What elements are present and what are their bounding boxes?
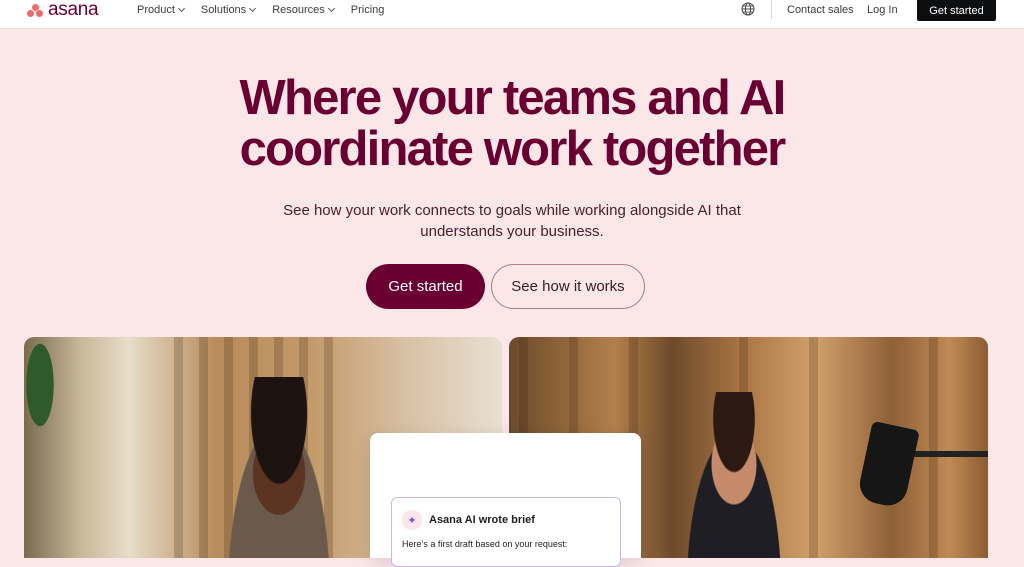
ai-brief-title: Asana AI wrote brief	[429, 514, 535, 526]
hero-subtitle-line-1: See how your work connects to goals whil…	[283, 202, 741, 219]
nav-item-label: Product	[137, 4, 175, 16]
asana-logo[interactable]: asana	[27, 0, 99, 20]
hero-subtitle: See how your work connects to goals whil…	[262, 200, 762, 242]
nav-links: Product Solutions Resources Pricing	[137, 3, 401, 17]
woman-figure	[214, 377, 344, 558]
desk-lamp	[856, 420, 920, 510]
hero-title-line-2: coordinate work together	[239, 122, 787, 176]
hero-title: Where your teams and AI coordinate work …	[0, 73, 1024, 175]
globe-icon[interactable]	[741, 2, 755, 16]
nav-item-pricing[interactable]: Pricing	[351, 3, 385, 17]
nav-item-solutions[interactable]: Solutions	[200, 3, 257, 17]
lamp-arm	[904, 451, 988, 457]
nav-get-started-button[interactable]: Get started	[917, 0, 996, 21]
sparkle-icon: ✦	[402, 510, 422, 530]
chevron-down-icon	[249, 4, 257, 13]
hero-get-started-button[interactable]: Get started	[366, 264, 485, 309]
top-nav: asana Product Solutions Resources Pricin…	[0, 0, 1024, 29]
ai-brief-card: ✦ Asana AI wrote brief Here’s a first dr…	[370, 433, 641, 567]
nav-item-resources[interactable]: Resources	[272, 3, 335, 17]
chevron-down-icon	[327, 4, 335, 13]
nav-item-label: Pricing	[350, 4, 385, 16]
see-how-it-works-button[interactable]: See how it works	[491, 264, 645, 309]
logo-text: asana	[48, 0, 99, 20]
nav-item-label: Resources	[272, 4, 325, 16]
hero-subtitle-line-2: understands your business.	[420, 223, 604, 240]
contact-sales-link[interactable]: Contact sales	[787, 3, 854, 17]
ai-brief-inner-card[interactable]: ✦ Asana AI wrote brief Here’s a first dr…	[391, 497, 621, 567]
login-link[interactable]: Log In	[867, 3, 898, 17]
man-figure	[674, 392, 794, 558]
asana-logo-icon	[27, 3, 43, 17]
nav-divider	[771, 0, 772, 19]
chevron-down-icon	[177, 4, 185, 13]
ai-brief-body: Here’s a first draft based on your reque…	[402, 539, 568, 549]
nav-item-product[interactable]: Product	[137, 3, 185, 17]
plant-decoration	[24, 337, 64, 457]
hero-title-line-1: Where your teams and AI	[239, 71, 787, 125]
nav-item-label: Solutions	[200, 4, 247, 16]
